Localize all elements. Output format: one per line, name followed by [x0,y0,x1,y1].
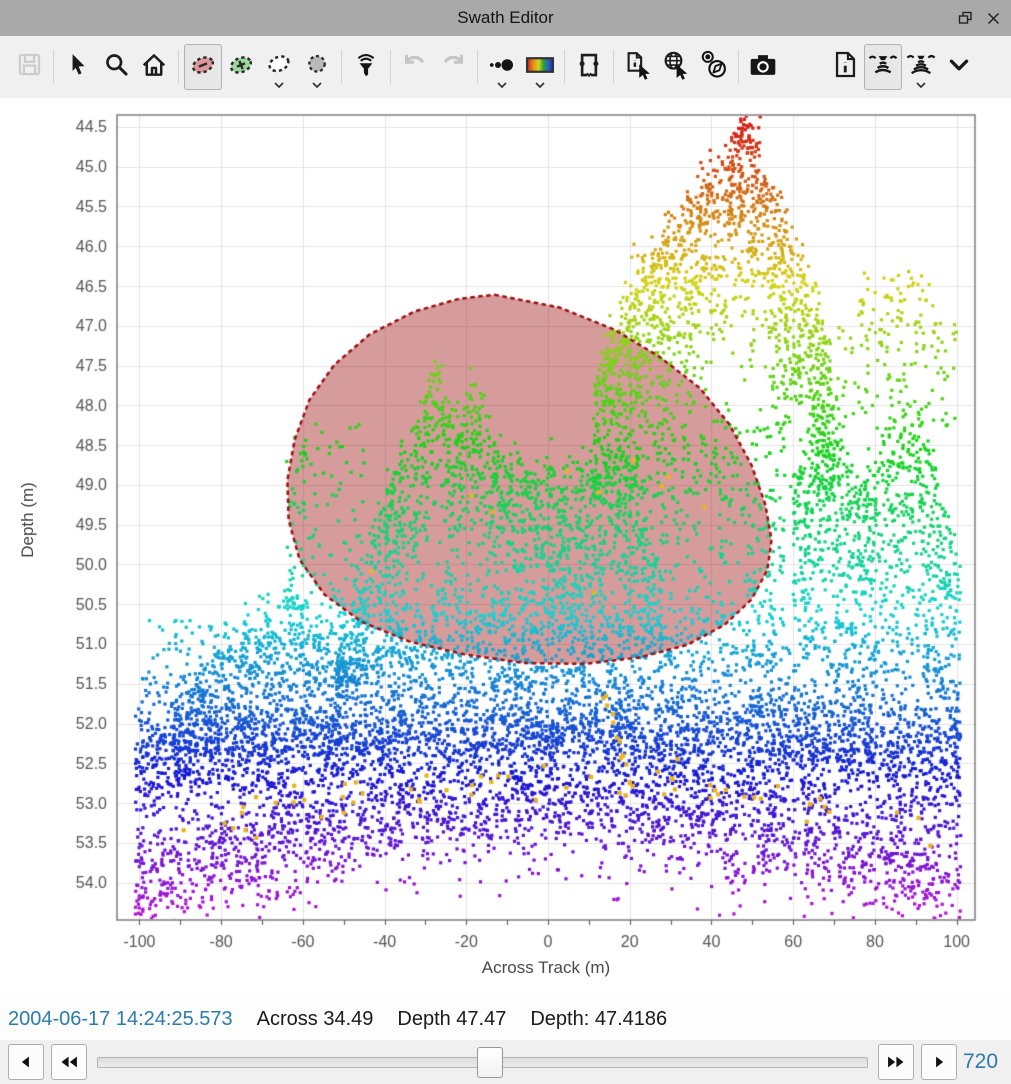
redo-icon [438,50,468,85]
toolbar [0,36,1011,98]
chevron-down-icon [312,82,322,88]
home-icon [140,51,168,84]
info-page-button[interactable] [826,44,864,90]
magnifier-icon [103,51,130,83]
frame-number: 720 [963,1050,1003,1074]
info-page-icon [831,50,860,84]
toolbar-separator [390,50,391,84]
pick-geo-button[interactable] [657,44,695,90]
ping-slider-thumb[interactable] [477,1047,503,1078]
snapshot-button[interactable] [744,44,782,90]
page-info-cursor-icon [623,50,653,85]
lasso-accept-button[interactable] [222,44,260,90]
lasso-reject-icon [188,50,218,85]
toolbar-separator [178,50,179,84]
toolbar-separator [738,50,739,84]
swath-plot-canvas[interactable] [0,98,1011,998]
swath-filter-button[interactable] [347,44,385,90]
slice-box-button[interactable] [570,44,608,90]
y-axis-label: Depth (m) [18,482,38,558]
toolbar-separator [53,50,54,84]
brush-circle-button[interactable] [298,44,336,90]
more-menu-button[interactable] [940,44,978,90]
save-icon [16,51,43,83]
chevron-down-icon [916,82,926,88]
window-title: Swath Editor [457,8,553,28]
float-window-icon[interactable] [957,10,973,26]
undo-button[interactable] [396,44,434,90]
step-back-button[interactable] [8,1044,44,1080]
redo-button[interactable] [434,44,472,90]
plot-panel: Across Track (m) Depth (m) [0,98,1011,998]
lasso-reject-button[interactable] [184,44,222,90]
filter-funnel-icon [352,51,380,84]
point-size-button[interactable] [483,44,521,90]
home-button[interactable] [135,44,173,90]
chevron-down-icon [274,82,284,88]
swath-sonar-icon [867,50,899,85]
lasso-generic-button[interactable] [260,44,298,90]
globe-cursor-icon [661,50,691,85]
close-icon[interactable] [985,10,1001,26]
status-depth-b: Depth: 47.4186 [530,1008,667,1031]
slice-box-icon [574,50,604,85]
pick-info-button[interactable] [619,44,657,90]
status-timestamp: 2004-06-17 14:24:25.573 [8,1008,233,1031]
chevron-down-icon [946,52,972,83]
lasso-accept-icon [226,50,256,85]
color-map-button[interactable] [521,44,559,90]
fast-back-button[interactable] [51,1044,87,1080]
titlebar[interactable]: Swath Editor [0,0,1011,36]
target-compass-icon [699,50,729,85]
status-depth-a: Depth 47.47 [397,1008,506,1031]
point-size-icon [487,50,517,85]
colormap-icon [524,50,556,85]
status-across: Across 34.49 [257,1008,374,1031]
chevron-down-icon [535,82,545,88]
ping-slider-track[interactable] [97,1057,868,1068]
toolbar-separator [477,50,478,84]
swath-view-button[interactable] [864,44,902,90]
fast-forward-button[interactable] [878,1044,914,1080]
cursor-arrow-icon [65,52,91,83]
swath-multi-view-button[interactable] [902,44,940,90]
save-button[interactable] [10,44,48,90]
toolbar-separator [613,50,614,84]
select-cursor-button[interactable] [59,44,97,90]
toolbar-separator [341,50,342,84]
x-axis-label: Across Track (m) [117,958,975,978]
lasso-generic-icon [264,50,294,85]
step-forward-button[interactable] [921,1044,957,1080]
ping-nav-bar: 720 [0,1040,1011,1084]
undo-icon [400,50,430,85]
swath-multi-sonar-icon [905,50,937,85]
camera-icon [747,50,779,85]
brush-circle-icon [303,51,331,84]
zoom-button[interactable] [97,44,135,90]
chevron-down-icon [497,82,507,88]
pick-compass-button[interactable] [695,44,733,90]
toolbar-separator [564,50,565,84]
status-bar: 2004-06-17 14:24:25.573 Across 34.49 Dep… [0,998,1011,1040]
